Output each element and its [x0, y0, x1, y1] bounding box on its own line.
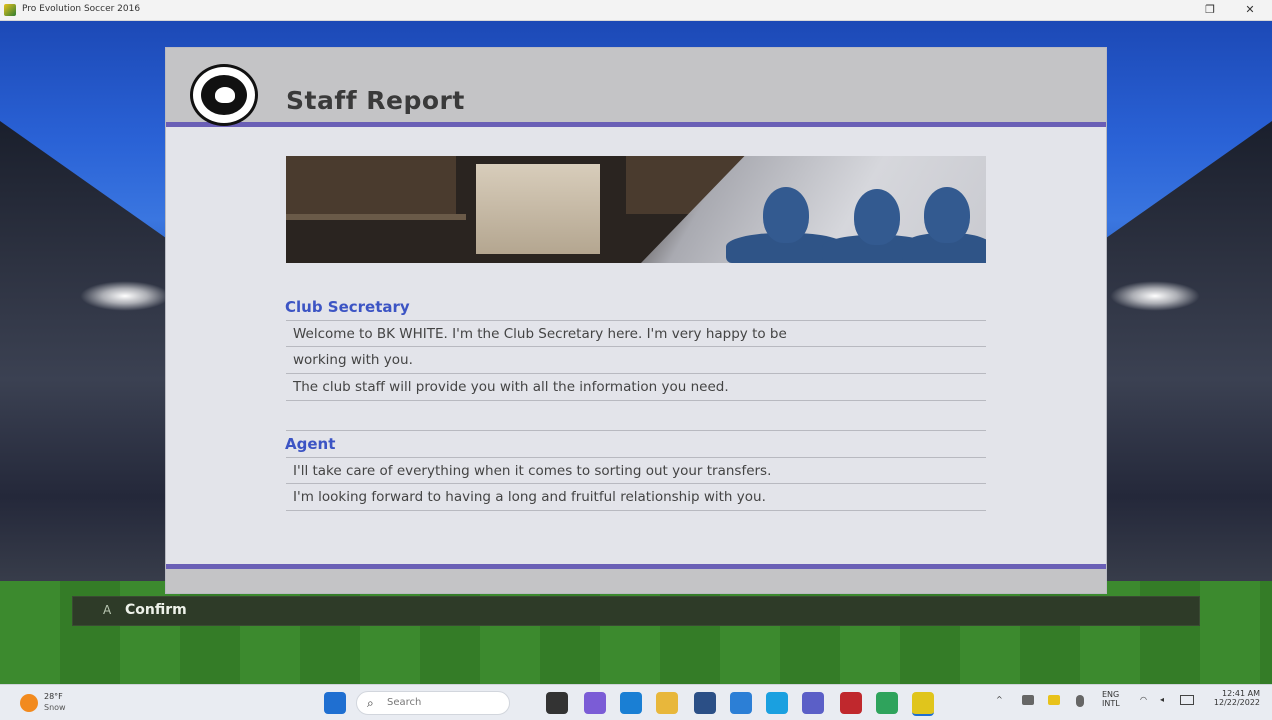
message-line-empty [286, 401, 986, 431]
store-icon[interactable] [694, 692, 716, 714]
message-line: I'll take care of everything when it com… [286, 457, 986, 484]
weather-desc: Snow [44, 703, 66, 712]
app-icon-red[interactable] [840, 692, 862, 714]
language-indicator[interactable]: ENG INTL [1102, 690, 1120, 708]
weather-widget[interactable]: 28°F Snow [20, 691, 70, 715]
clock[interactable]: 12:41 AM 12/22/2022 [1206, 689, 1260, 707]
volume-icon[interactable]: ◂ [1160, 695, 1164, 704]
search-icon: ⌕ [367, 696, 374, 710]
taskbar: 28°F Snow ⌕ Search ^ ENG INTL ◠ ◂ 12:41 … [0, 684, 1272, 720]
message-line: Welcome to BK WHITE. I'm the Club Secret… [286, 320, 986, 347]
tray-icon[interactable] [1048, 695, 1060, 705]
message-line: I'm looking forward to having a long and… [286, 484, 986, 511]
file-explorer-icon[interactable] [656, 692, 678, 714]
section-title-club-secretary: Club Secretary [285, 298, 410, 316]
search-input[interactable]: ⌕ Search [356, 691, 510, 715]
window-title: Pro Evolution Soccer 2016 [22, 4, 141, 14]
staff-banner-image [286, 156, 986, 263]
microphone-icon[interactable] [1076, 695, 1084, 707]
chevron-up-icon[interactable]: ^ [996, 695, 1003, 704]
weather-temp: 28°F [44, 692, 63, 701]
confirm-button[interactable]: A Confirm [72, 596, 1200, 626]
copilot-icon[interactable] [584, 692, 606, 714]
confirm-label: Confirm [125, 602, 187, 618]
club-crest-icon [190, 64, 258, 126]
edge-icon[interactable] [620, 692, 642, 714]
weather-icon [20, 694, 38, 712]
task-view-icon[interactable] [546, 692, 568, 714]
dialog-footer [166, 564, 1106, 593]
mail-icon[interactable] [730, 692, 752, 714]
message-line: The club staff will provide you with all… [286, 374, 986, 401]
tray-icon[interactable] [1022, 695, 1034, 705]
battery-icon[interactable] [1180, 695, 1194, 705]
teams-icon[interactable] [802, 692, 824, 714]
close-icon[interactable]: ✕ [1242, 2, 1258, 18]
message-line: working with you. [286, 347, 986, 374]
pes-app-icon[interactable] [912, 692, 934, 716]
dialog-header: Staff Report [166, 48, 1106, 127]
wifi-icon[interactable]: ◠ [1140, 695, 1147, 704]
floodlight-left [80, 281, 170, 311]
app-icon[interactable] [766, 692, 788, 714]
window-titlebar: Pro Evolution Soccer 2016 ❐ ✕ [0, 0, 1272, 21]
start-icon[interactable] [324, 692, 346, 714]
app-icon [4, 4, 16, 16]
chrome-icon[interactable] [876, 692, 898, 714]
page-title: Staff Report [286, 86, 465, 115]
restore-icon[interactable]: ❐ [1202, 2, 1218, 18]
staff-report-dialog: Staff Report Club Secretary Welcome to B… [166, 48, 1106, 593]
button-a-icon: A [103, 603, 112, 617]
search-placeholder: Search [387, 697, 422, 708]
section-title-agent: Agent [285, 435, 336, 453]
floodlight-right [1110, 281, 1200, 311]
